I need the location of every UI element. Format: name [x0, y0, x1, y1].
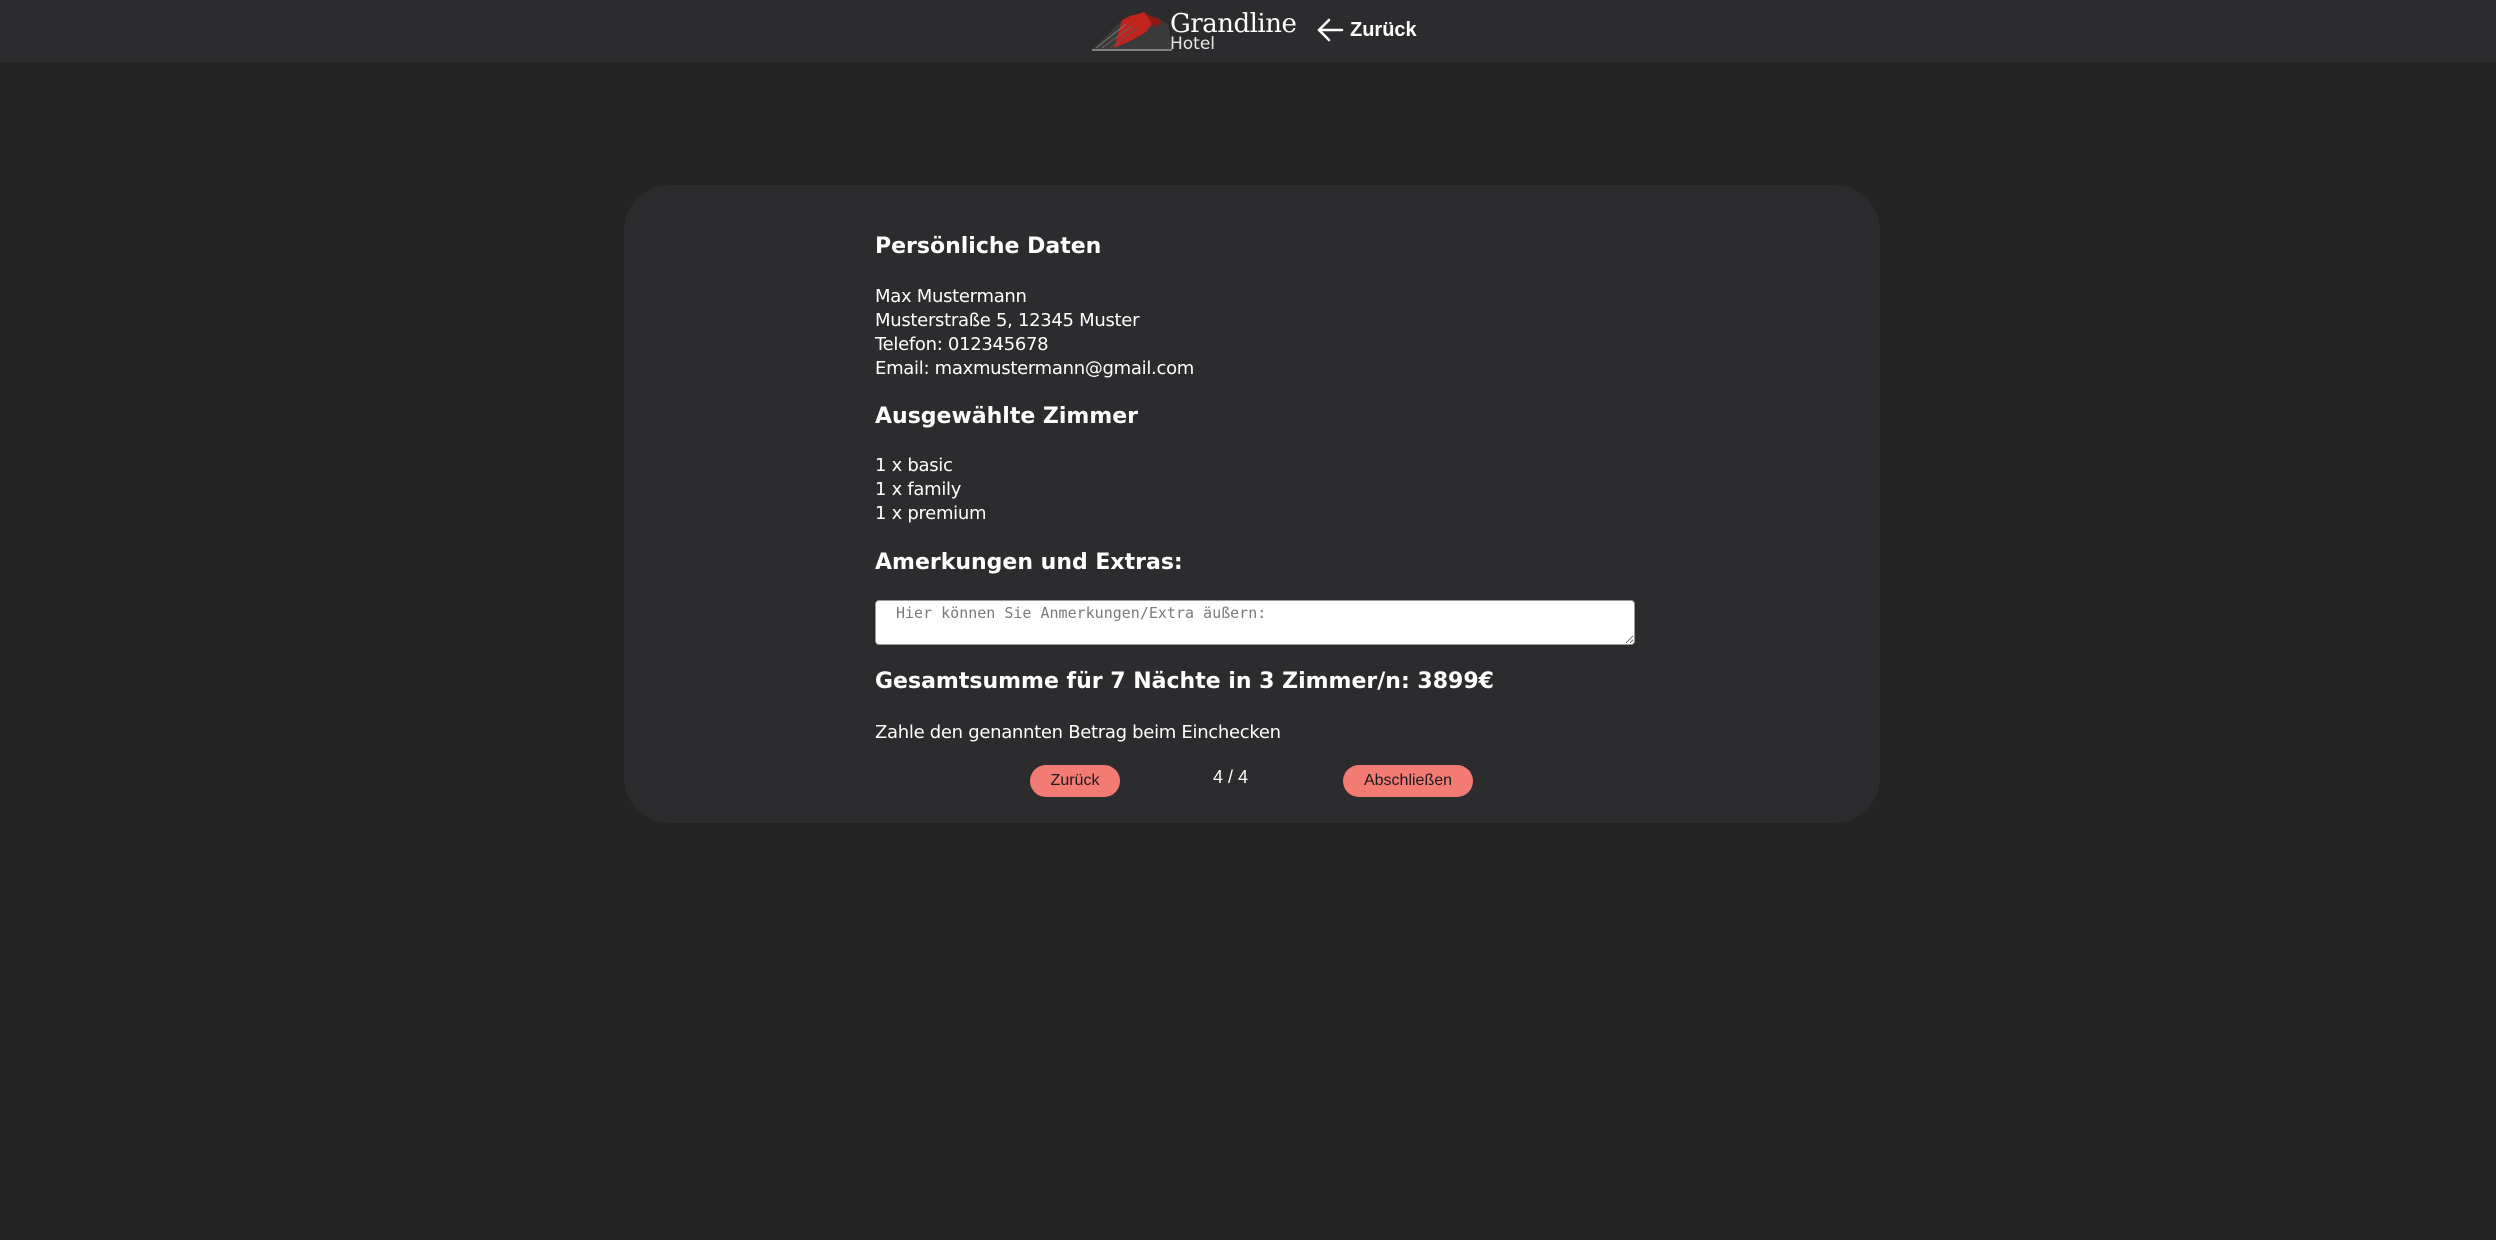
total-price: Gesamtsumme für 7 Nächte in 3 Zimmer/n: … [875, 669, 1494, 694]
selected-rooms-heading: Ausgewählte Zimmer [875, 404, 1139, 429]
remarks-textarea[interactable] [875, 600, 1635, 645]
header-back-label: Zurück [1350, 18, 1417, 41]
header-back-link[interactable]: Zurück [1316, 13, 1417, 47]
personal-data-heading: Persönliche Daten [875, 234, 1102, 259]
finish-button[interactable]: Abschließen [1343, 765, 1473, 797]
guest-email: Email: maxmustermann@gmail.com [875, 358, 1195, 379]
room-item: 1 x family [875, 479, 962, 500]
arrow-left-icon [1317, 18, 1344, 42]
top-navigation-bar: Grandline Hotel Zurück [0, 0, 2496, 62]
room-item: 1 x premium [875, 503, 987, 524]
previous-step-button[interactable]: Zurück [1030, 765, 1120, 797]
payment-note: Zahle den genannten Betrag beim Eincheck… [875, 722, 1281, 743]
guest-address: Musterstraße 5, 12345 Muster [875, 310, 1140, 331]
brand-logo[interactable]: Grandline Hotel [1092, 8, 1297, 54]
step-indicator: 4 / 4 [1213, 767, 1249, 787]
brand-subtitle: Hotel [1170, 34, 1216, 54]
guest-name: Max Mustermann [875, 286, 1027, 307]
guest-phone: Telefon: 012345678 [875, 334, 1049, 355]
booking-summary-card: Persönliche Daten Max Mustermann Musters… [624, 185, 1880, 823]
mountain-logo-icon [1092, 12, 1172, 51]
remarks-heading: Amerkungen und Extras: [875, 550, 1183, 575]
room-item: 1 x basic [875, 455, 953, 476]
